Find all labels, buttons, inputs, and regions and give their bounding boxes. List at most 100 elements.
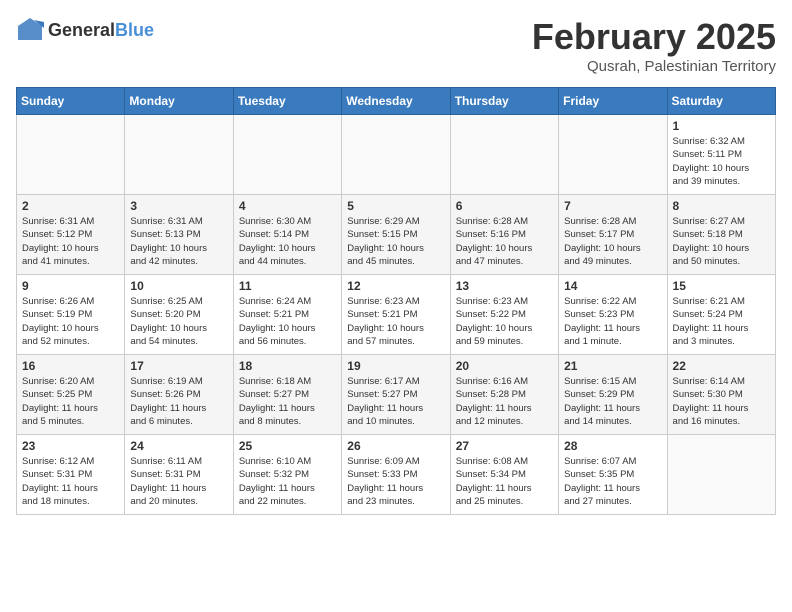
day-info: Sunrise: 6:25 AM Sunset: 5:20 PM Dayligh… [130, 295, 227, 348]
calendar-cell: 2 Sunrise: 6:31 AM Sunset: 5:12 PM Daylig… [17, 195, 125, 275]
day-number: 3 [130, 199, 227, 213]
calendar-week-row: 2 Sunrise: 6:31 AM Sunset: 5:12 PM Daylig… [17, 195, 776, 275]
calendar-cell: 4 Sunrise: 6:30 AM Sunset: 5:14 PM Daylig… [233, 195, 341, 275]
calendar-cell: 26 Sunrise: 6:09 AM Sunset: 5:33 PM Dayli… [342, 435, 450, 515]
day-of-week-header: Wednesday [342, 88, 450, 115]
month-title: February 2025 [532, 16, 776, 58]
calendar-cell [450, 115, 558, 195]
day-number: 7 [564, 199, 661, 213]
day-of-week-header: Saturday [667, 88, 775, 115]
day-number: 12 [347, 279, 444, 293]
day-info: Sunrise: 6:28 AM Sunset: 5:16 PM Dayligh… [456, 215, 553, 268]
calendar-cell: 9 Sunrise: 6:26 AM Sunset: 5:19 PM Daylig… [17, 275, 125, 355]
page-header: GeneralBlue February 2025 Qusrah, Palest… [16, 16, 776, 75]
calendar-cell: 12 Sunrise: 6:23 AM Sunset: 5:21 PM Dayli… [342, 275, 450, 355]
day-info: Sunrise: 6:29 AM Sunset: 5:15 PM Dayligh… [347, 215, 444, 268]
day-number: 10 [130, 279, 227, 293]
title-block: February 2025 Qusrah, Palestinian Territ… [532, 16, 776, 75]
calendar-body: 1 Sunrise: 6:32 AM Sunset: 5:11 PM Daylig… [17, 115, 776, 515]
day-info: Sunrise: 6:09 AM Sunset: 5:33 PM Dayligh… [347, 455, 444, 508]
calendar-week-row: 1 Sunrise: 6:32 AM Sunset: 5:11 PM Daylig… [17, 115, 776, 195]
calendar-cell [125, 115, 233, 195]
day-info: Sunrise: 6:15 AM Sunset: 5:29 PM Dayligh… [564, 375, 661, 428]
day-info: Sunrise: 6:12 AM Sunset: 5:31 PM Dayligh… [22, 455, 119, 508]
day-info: Sunrise: 6:26 AM Sunset: 5:19 PM Dayligh… [22, 295, 119, 348]
calendar-cell: 3 Sunrise: 6:31 AM Sunset: 5:13 PM Daylig… [125, 195, 233, 275]
day-info: Sunrise: 6:32 AM Sunset: 5:11 PM Dayligh… [673, 135, 770, 188]
day-info: Sunrise: 6:23 AM Sunset: 5:22 PM Dayligh… [456, 295, 553, 348]
day-info: Sunrise: 6:31 AM Sunset: 5:12 PM Dayligh… [22, 215, 119, 268]
day-info: Sunrise: 6:28 AM Sunset: 5:17 PM Dayligh… [564, 215, 661, 268]
day-number: 22 [673, 359, 770, 373]
day-number: 19 [347, 359, 444, 373]
calendar-cell: 28 Sunrise: 6:07 AM Sunset: 5:35 PM Dayli… [559, 435, 667, 515]
calendar-cell: 17Sunrise: 6:19 AM Sunset: 5:26 PM Dayli… [125, 355, 233, 435]
day-info: Sunrise: 6:08 AM Sunset: 5:34 PM Dayligh… [456, 455, 553, 508]
calendar-cell: 6 Sunrise: 6:28 AM Sunset: 5:16 PM Daylig… [450, 195, 558, 275]
calendar-cell: 18 Sunrise: 6:18 AM Sunset: 5:27 PM Dayli… [233, 355, 341, 435]
day-number: 26 [347, 439, 444, 453]
day-number: 8 [673, 199, 770, 213]
calendar-cell: 11Sunrise: 6:24 AM Sunset: 5:21 PM Dayli… [233, 275, 341, 355]
day-info: Sunrise: 6:30 AM Sunset: 5:14 PM Dayligh… [239, 215, 336, 268]
calendar-cell: 10 Sunrise: 6:25 AM Sunset: 5:20 PM Dayli… [125, 275, 233, 355]
day-info: Sunrise: 6:16 AM Sunset: 5:28 PM Dayligh… [456, 375, 553, 428]
calendar-cell: 16 Sunrise: 6:20 AM Sunset: 5:25 PM Dayli… [17, 355, 125, 435]
day-of-week-header: Sunday [17, 88, 125, 115]
day-number: 1 [673, 119, 770, 133]
day-info: Sunrise: 6:07 AM Sunset: 5:35 PM Dayligh… [564, 455, 661, 508]
day-of-week-header: Friday [559, 88, 667, 115]
logo: GeneralBlue [16, 16, 154, 44]
day-info: Sunrise: 6:14 AM Sunset: 5:30 PM Dayligh… [673, 375, 770, 428]
day-number: 16 [22, 359, 119, 373]
day-info: Sunrise: 6:23 AM Sunset: 5:21 PM Dayligh… [347, 295, 444, 348]
calendar-cell [233, 115, 341, 195]
calendar-cell: 27 Sunrise: 6:08 AM Sunset: 5:34 PM Dayli… [450, 435, 558, 515]
day-number: 14 [564, 279, 661, 293]
calendar-cell: 15Sunrise: 6:21 AM Sunset: 5:24 PM Dayli… [667, 275, 775, 355]
location: Qusrah, Palestinian Territory [532, 58, 776, 75]
day-number: 21 [564, 359, 661, 373]
logo-general: General [48, 20, 115, 40]
day-number: 5 [347, 199, 444, 213]
calendar-week-row: 9 Sunrise: 6:26 AM Sunset: 5:19 PM Daylig… [17, 275, 776, 355]
day-number: 2 [22, 199, 119, 213]
day-info: Sunrise: 6:22 AM Sunset: 5:23 PM Dayligh… [564, 295, 661, 348]
day-of-week-header: Monday [125, 88, 233, 115]
logo-blue: Blue [115, 20, 154, 40]
calendar-cell: 19 Sunrise: 6:17 AM Sunset: 5:27 PM Dayli… [342, 355, 450, 435]
calendar-week-row: 23 Sunrise: 6:12 AM Sunset: 5:31 PM Dayli… [17, 435, 776, 515]
day-number: 17 [130, 359, 227, 373]
calendar-cell: 8 Sunrise: 6:27 AM Sunset: 5:18 PM Daylig… [667, 195, 775, 275]
day-number: 24 [130, 439, 227, 453]
calendar-cell [342, 115, 450, 195]
calendar-cell: 5 Sunrise: 6:29 AM Sunset: 5:15 PM Daylig… [342, 195, 450, 275]
day-info: Sunrise: 6:27 AM Sunset: 5:18 PM Dayligh… [673, 215, 770, 268]
day-info: Sunrise: 6:18 AM Sunset: 5:27 PM Dayligh… [239, 375, 336, 428]
calendar-week-row: 16 Sunrise: 6:20 AM Sunset: 5:25 PM Dayli… [17, 355, 776, 435]
calendar-cell [667, 435, 775, 515]
day-number: 6 [456, 199, 553, 213]
logo-icon [16, 16, 44, 44]
day-info: Sunrise: 6:31 AM Sunset: 5:13 PM Dayligh… [130, 215, 227, 268]
day-number: 23 [22, 439, 119, 453]
day-number: 27 [456, 439, 553, 453]
day-info: Sunrise: 6:17 AM Sunset: 5:27 PM Dayligh… [347, 375, 444, 428]
calendar-cell: 25Sunrise: 6:10 AM Sunset: 5:32 PM Dayli… [233, 435, 341, 515]
calendar-cell: 21 Sunrise: 6:15 AM Sunset: 5:29 PM Dayli… [559, 355, 667, 435]
day-of-week-header: Tuesday [233, 88, 341, 115]
day-number: 28 [564, 439, 661, 453]
day-number: 4 [239, 199, 336, 213]
day-info: Sunrise: 6:11 AM Sunset: 5:31 PM Dayligh… [130, 455, 227, 508]
calendar-cell: 7 Sunrise: 6:28 AM Sunset: 5:17 PM Daylig… [559, 195, 667, 275]
day-number: 9 [22, 279, 119, 293]
day-info: Sunrise: 6:24 AM Sunset: 5:21 PM Dayligh… [239, 295, 336, 348]
day-number: 15 [673, 279, 770, 293]
calendar-cell [559, 115, 667, 195]
calendar-cell: 23 Sunrise: 6:12 AM Sunset: 5:31 PM Dayli… [17, 435, 125, 515]
calendar-cell: 1 Sunrise: 6:32 AM Sunset: 5:11 PM Daylig… [667, 115, 775, 195]
day-number: 18 [239, 359, 336, 373]
day-number: 20 [456, 359, 553, 373]
day-number: 13 [456, 279, 553, 293]
day-info: Sunrise: 6:20 AM Sunset: 5:25 PM Dayligh… [22, 375, 119, 428]
